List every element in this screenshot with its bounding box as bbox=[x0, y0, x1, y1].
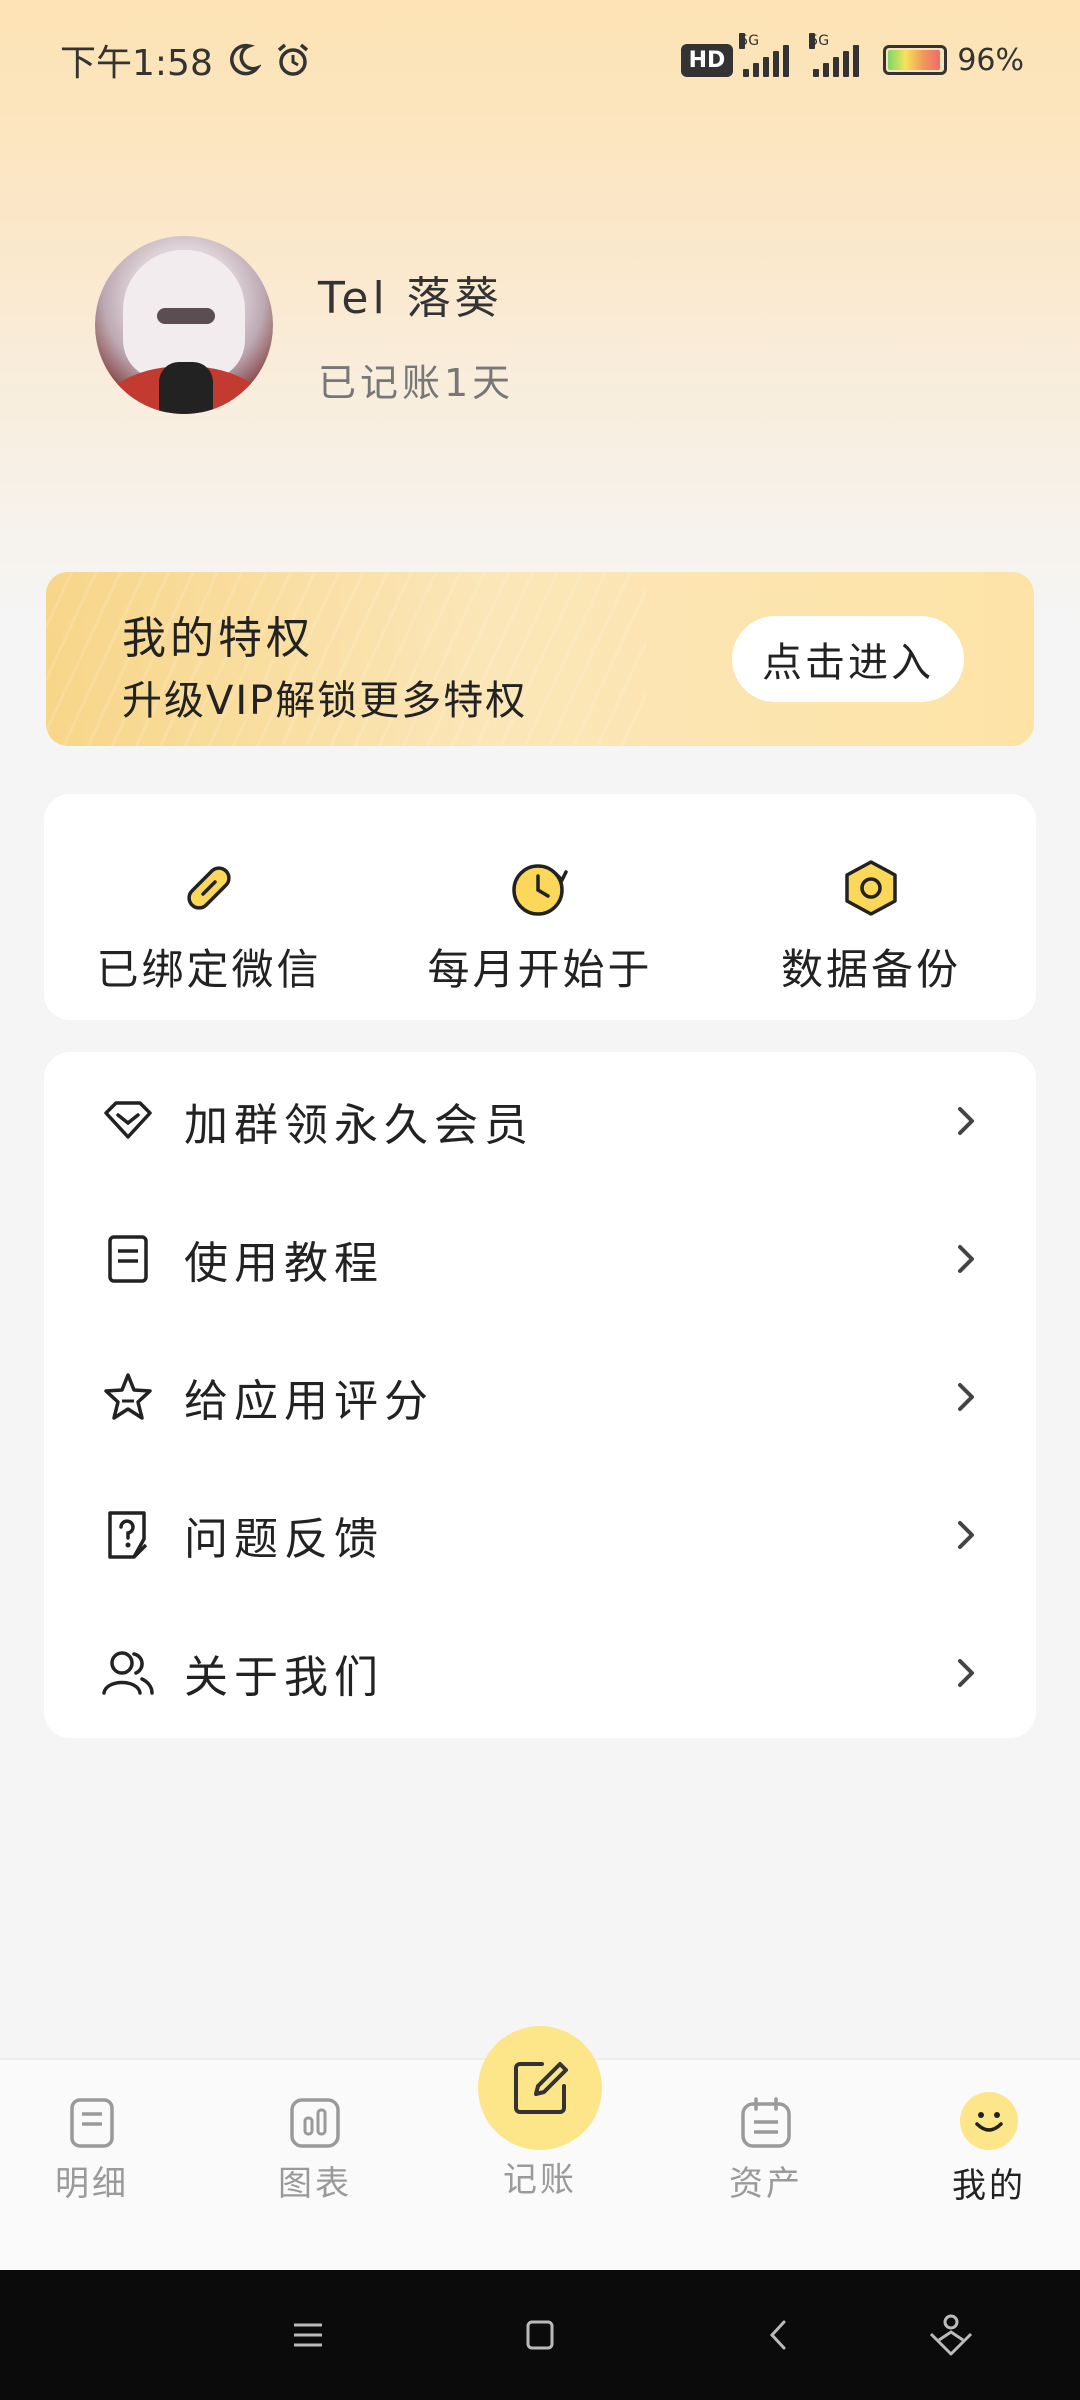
nav-item-record-label: 记账 bbox=[503, 2160, 577, 2200]
menu-card: 加群领永久会员 使用教程 给应用评分 问题反馈 关于我们 bbox=[44, 1052, 1036, 1738]
signal-icon-2: 5G bbox=[809, 33, 860, 77]
chevron-right-icon bbox=[958, 1107, 974, 1135]
signal-icon-1: 5G bbox=[739, 33, 790, 77]
document-icon bbox=[108, 1235, 148, 1283]
diamond-icon bbox=[104, 1101, 152, 1139]
clock-icon bbox=[512, 864, 568, 916]
smiley-icon bbox=[960, 2092, 1018, 2150]
chart-icon bbox=[290, 2098, 340, 2148]
avatar[interactable] bbox=[95, 236, 273, 414]
battery-icon bbox=[883, 45, 948, 75]
hd-badge: HD bbox=[680, 43, 734, 77]
vip-description: 升级VIP解锁更多特权 bbox=[122, 678, 528, 724]
vip-banner[interactable]: 我的特权 升级VIP解锁更多特权 点击进入 bbox=[46, 572, 1034, 746]
users-icon bbox=[102, 1651, 154, 1695]
edit-icon bbox=[514, 2062, 568, 2114]
status-bar: 下午1:58 HD 5G 5G 96% bbox=[0, 0, 1080, 120]
moon-icon bbox=[229, 43, 261, 76]
assistant-icon[interactable] bbox=[926, 2310, 976, 2360]
wechat-bound-button[interactable]: 已绑定微信 bbox=[44, 794, 374, 1020]
list-icon bbox=[70, 2098, 114, 2148]
nav-item-mine[interactable]: 我的 bbox=[909, 2060, 1069, 2272]
chevron-right-icon bbox=[958, 1383, 974, 1411]
vip-title: 我的特权 bbox=[122, 613, 314, 664]
menu-icon[interactable] bbox=[290, 2310, 326, 2360]
menu-item-tutorial[interactable]: 使用教程 bbox=[44, 1190, 1036, 1328]
system-nav-bar bbox=[0, 2270, 1080, 2400]
quick-actions-card: 已绑定微信 每月开始于 数据备份 bbox=[44, 794, 1036, 1020]
status-left: 下午1:58 bbox=[60, 34, 313, 86]
back-icon[interactable] bbox=[760, 2310, 796, 2360]
menu-item-rate-app[interactable]: 给应用评分 bbox=[44, 1328, 1036, 1466]
nav-item-charts[interactable]: 图表 bbox=[235, 2060, 395, 2272]
vip-enter-button[interactable]: 点击进入 bbox=[732, 616, 964, 702]
question-icon bbox=[108, 1511, 148, 1559]
chevron-right-icon bbox=[958, 1245, 974, 1273]
menu-item-join-group[interactable]: 加群领永久会员 bbox=[44, 1052, 1036, 1190]
home-icon[interactable] bbox=[522, 2310, 558, 2360]
chevron-right-icon bbox=[958, 1521, 974, 1549]
nav-item-details[interactable]: 明细 bbox=[12, 2060, 172, 2272]
wallet-icon bbox=[741, 2097, 791, 2148]
paperclip-icon bbox=[187, 866, 231, 910]
menu-item-feedback[interactable]: 问题反馈 bbox=[44, 1466, 1036, 1604]
battery-percent: 96% bbox=[957, 42, 1024, 78]
days-recorded: 已记账1天 bbox=[318, 361, 515, 405]
status-time: 下午1:58 bbox=[60, 43, 213, 84]
alarm-icon bbox=[277, 43, 308, 76]
hexagon-icon bbox=[845, 860, 897, 916]
star-icon bbox=[104, 1373, 152, 1420]
menu-item-about[interactable]: 关于我们 bbox=[44, 1604, 1036, 1742]
data-backup-button[interactable]: 数据备份 bbox=[706, 794, 1036, 1020]
nav-item-assets[interactable]: 资产 bbox=[686, 2060, 846, 2272]
record-fab-button[interactable] bbox=[478, 2026, 602, 2150]
chevron-right-icon bbox=[958, 1659, 974, 1687]
month-start-button[interactable]: 每月开始于 bbox=[375, 794, 705, 1020]
status-right: HD 5G 5G 96% bbox=[680, 33, 1024, 78]
username: Tel 落葵 bbox=[318, 273, 503, 324]
